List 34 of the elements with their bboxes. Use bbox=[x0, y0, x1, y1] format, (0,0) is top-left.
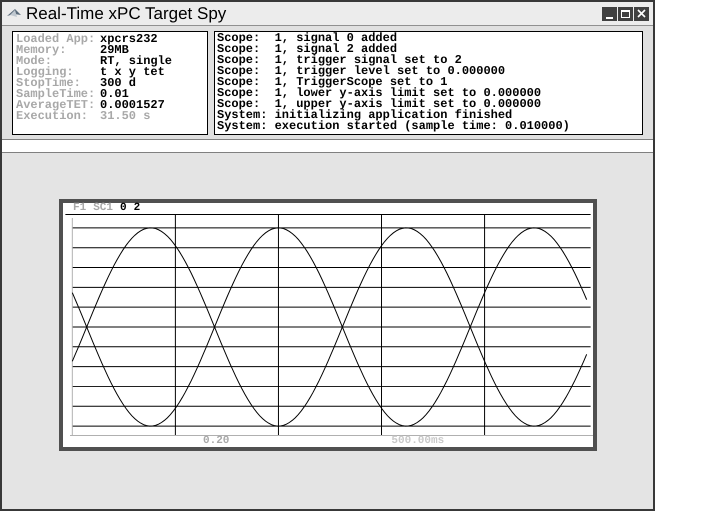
log-line: System: initializing application finished bbox=[217, 110, 512, 121]
info-label: Logging: bbox=[16, 67, 74, 78]
info-value: 31.50 s bbox=[100, 111, 150, 122]
log-line: Scope: 1, trigger signal set to 2 bbox=[217, 55, 462, 66]
log-line: Scope: 1, signal 0 added bbox=[217, 33, 398, 44]
maximize-button[interactable] bbox=[618, 6, 633, 20]
time-tick-label: 0.20 bbox=[203, 436, 230, 447]
log-line: Scope: 1, signal 2 added bbox=[217, 44, 398, 55]
window-title: Real-Time xPC Target Spy bbox=[26, 5, 228, 22]
info-label: StopTime: bbox=[16, 78, 81, 89]
close-button[interactable] bbox=[634, 6, 649, 20]
minimize-button[interactable] bbox=[602, 6, 617, 20]
log-line: Scope: 1, trigger level set to 0.000000 bbox=[217, 66, 506, 77]
log-line: System: execution started (sample time: 0.010000) bbox=[217, 121, 571, 132]
info-value: 0.0001527 bbox=[100, 100, 165, 111]
info-label: SampleTime: bbox=[16, 89, 96, 100]
log-line: Scope: 1, lower y-axis limit set to 0.000000 bbox=[217, 88, 542, 99]
info-value: 0.01 bbox=[100, 89, 129, 100]
info-label: AverageTET: bbox=[16, 100, 96, 111]
scope-header-text: 0 bbox=[120, 203, 127, 214]
info-value: xpcrs232 bbox=[100, 34, 158, 45]
info-label: Memory: bbox=[16, 45, 66, 56]
log-line: Scope: 1, upper y-axis limit set to 0.000000 bbox=[217, 99, 542, 110]
info-value: 29MB bbox=[100, 45, 129, 56]
info-label: Loaded App: bbox=[16, 34, 96, 45]
info-value: 300 d bbox=[100, 78, 136, 89]
info-label: Execution: bbox=[16, 111, 88, 122]
info-label: Mode: bbox=[16, 56, 52, 67]
info-value: t x y tet bbox=[100, 67, 165, 78]
log-line: Scope: 1, TriggerScope set to 1 bbox=[217, 77, 448, 88]
info-value: RT, single bbox=[100, 56, 172, 67]
scope-header-text: 2 bbox=[134, 203, 140, 214]
scope-header-text: SC1 bbox=[93, 203, 114, 214]
scope-header-text: F1 bbox=[73, 203, 86, 214]
